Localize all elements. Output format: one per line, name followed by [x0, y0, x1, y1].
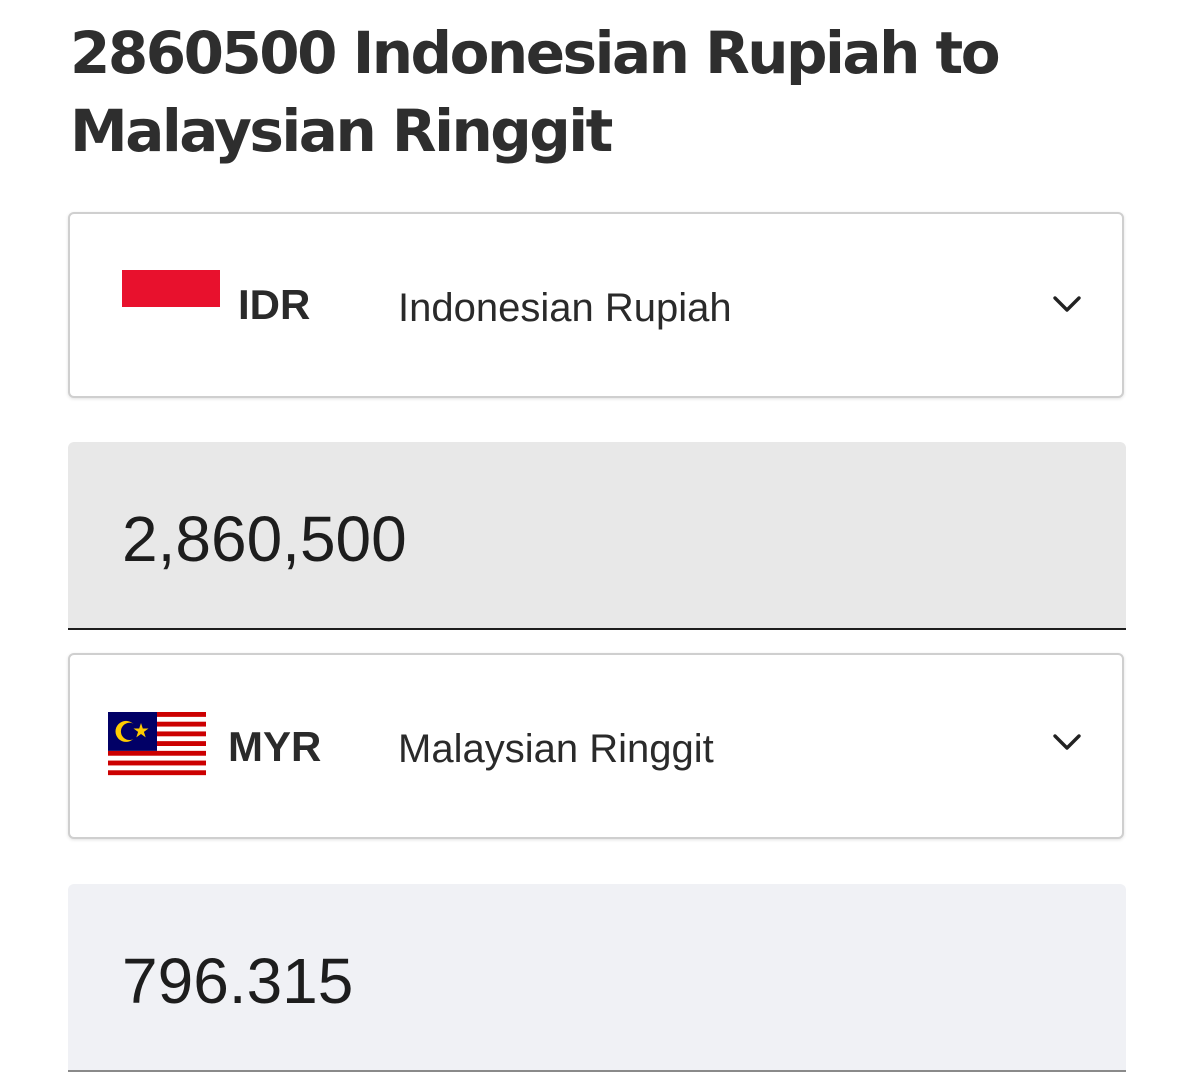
converted-amount-value[interactable]: 796.315 [122, 944, 353, 1018]
amount-input-value[interactable]: 2,860,500 [122, 502, 407, 576]
indonesia-flag-icon [122, 270, 220, 336]
to-currency-selector[interactable]: MYR Malaysian Ringgit [68, 653, 1124, 839]
from-currency-selector[interactable]: IDR Indonesian Rupiah [68, 212, 1124, 398]
page-title: 2860500 Indonesian Rupiah to Malaysian R… [70, 19, 1001, 165]
amount-input-field[interactable]: 2,860,500 [68, 442, 1126, 630]
to-currency-code: MYR [228, 723, 322, 770]
malaysia-flag-icon [108, 712, 206, 780]
to-currency-name: Malaysian Ringgit [398, 727, 714, 771]
chevron-down-icon[interactable] [1052, 294, 1082, 314]
chevron-down-icon[interactable] [1052, 732, 1082, 752]
from-currency-code: IDR [238, 281, 311, 328]
converted-amount-field[interactable]: 796.315 [68, 884, 1126, 1072]
from-currency-name: Indonesian Rupiah [398, 286, 732, 330]
